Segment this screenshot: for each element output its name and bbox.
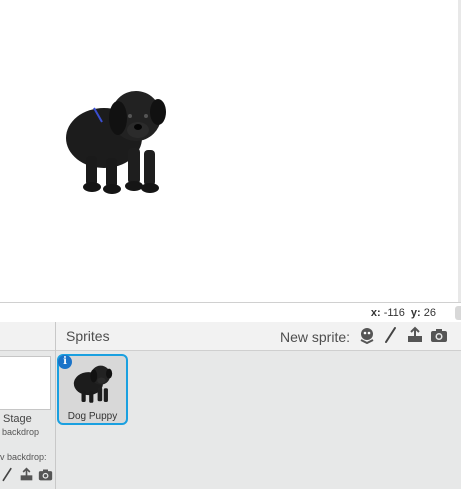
camera-icon[interactable] xyxy=(38,467,53,482)
sprite-tile-dog-puppy[interactable]: i Dog Puppy xyxy=(57,354,128,425)
new-sprite-tools xyxy=(358,326,448,344)
camera-icon[interactable] xyxy=(430,326,448,344)
library-sprite-icon[interactable] xyxy=(358,326,376,344)
coordinates-bar: x: -116 y: 26 xyxy=(0,302,461,323)
y-label: y: xyxy=(410,307,421,319)
stage-thumbnail[interactable] xyxy=(0,356,51,410)
sprites-panel: Sprites New sprite: i Dog Puppy xyxy=(56,322,461,492)
paint-brush-icon[interactable] xyxy=(0,467,15,482)
stage-panel: Stage backdrop v backdrop: xyxy=(0,322,56,492)
sprite-thumbnail xyxy=(73,365,113,403)
new-sprite-label: New sprite: xyxy=(280,329,351,345)
x-value: -116 xyxy=(383,307,405,319)
new-backdrop-tools xyxy=(0,467,53,482)
backdrop-count: backdrop xyxy=(2,427,40,437)
upload-icon[interactable] xyxy=(19,467,34,482)
stage-panel-header xyxy=(0,322,55,351)
stage-label: Stage xyxy=(3,413,32,425)
sprites-header: Sprites New sprite: xyxy=(56,322,461,351)
y-value: 26 xyxy=(423,307,436,319)
stage-canvas[interactable] xyxy=(0,0,458,302)
sprite-name: Dog Puppy xyxy=(67,411,118,422)
new-backdrop-label: v backdrop: xyxy=(0,452,47,462)
sprites-title: Sprites xyxy=(66,328,110,344)
paint-brush-icon[interactable] xyxy=(382,326,400,344)
dog-puppy-sprite[interactable] xyxy=(56,78,176,200)
collapse-handle[interactable] xyxy=(455,306,461,320)
mouse-coordinates: x: -116 y: 26 xyxy=(371,307,436,319)
x-label: x: xyxy=(370,307,381,319)
upload-icon[interactable] xyxy=(406,326,424,344)
